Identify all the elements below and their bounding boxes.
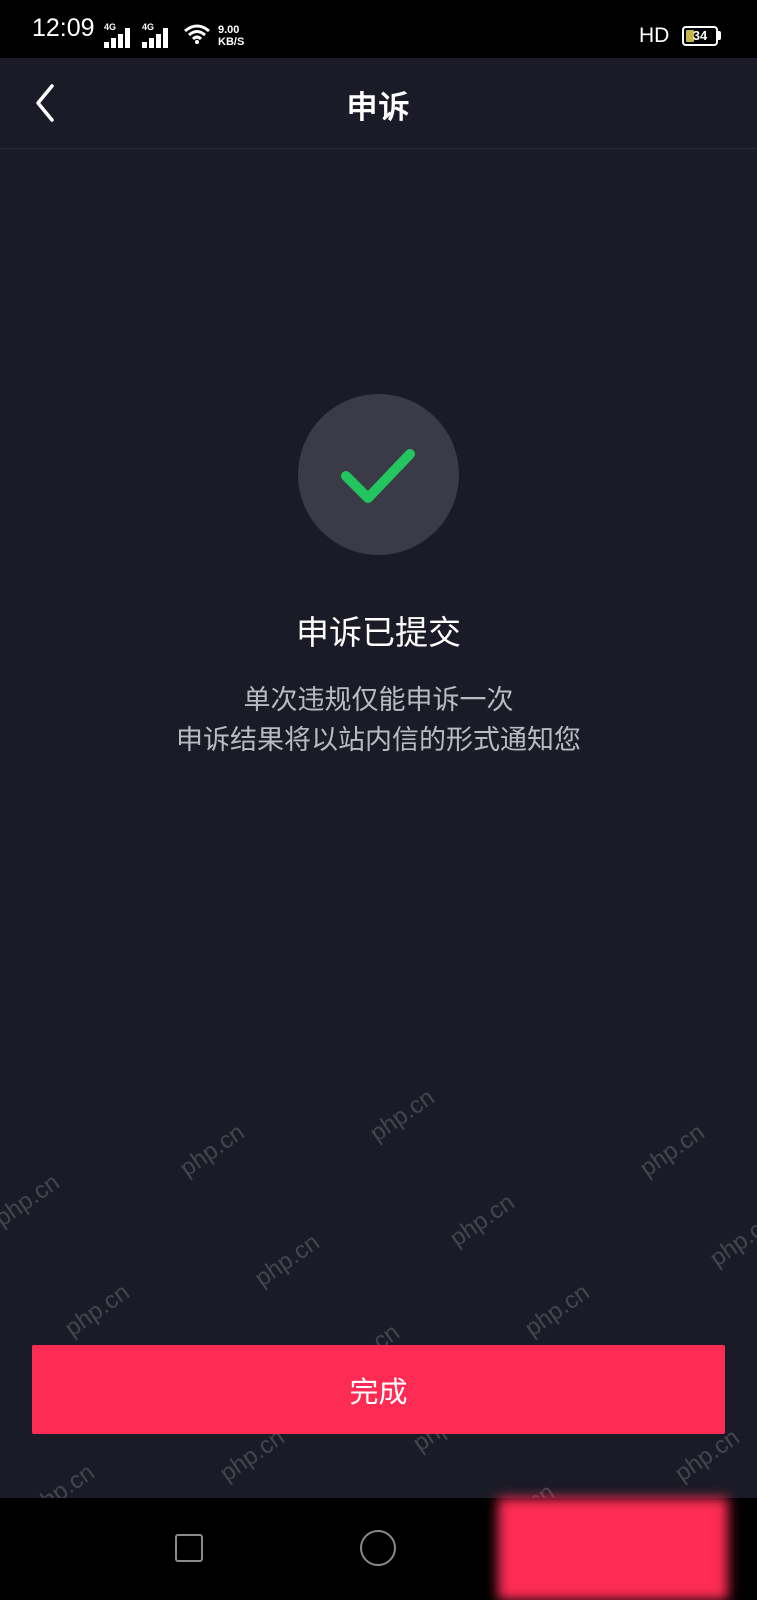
page-title: 申诉 [346,90,411,126]
success-badge [298,394,459,555]
highlight-overlay [498,1498,728,1600]
watermark-text: php.cn [60,1278,135,1343]
home-button[interactable] [360,1530,396,1566]
signal-bars-icon [104,28,138,48]
watermark-text: php.cn [520,1278,595,1343]
result-title: 申诉已提交 [296,613,461,652]
signal-bars-icon [142,28,176,48]
watermark-text: php.cn [175,1118,250,1183]
watermark-text: php.cn [635,1118,710,1183]
status-time: 12:09 [32,14,95,42]
network-speed-value: 9.00 [218,24,240,36]
result-description-line-2: 申诉结果将以站内信的形式通知您 [176,725,581,756]
system-navigation-bar [0,1498,757,1600]
watermark-text: php.cn [365,1083,440,1148]
watermark-text: php.cn [445,1188,520,1253]
battery-cap [718,31,721,40]
hd-indicator: HD [639,24,670,47]
status-bar: 12:09 4G 4G 9.00 KB/S HD 34 [0,0,757,58]
recent-apps-button[interactable] [175,1534,203,1562]
watermark-text: php.cn [705,1208,757,1273]
checkmark-icon [341,449,415,503]
wifi-icon [184,24,210,44]
nav-header: 申诉 [0,58,757,149]
battery-level: 34 [692,28,708,43]
done-button[interactable]: 完成 [32,1345,725,1434]
network-speed-unit: KB/S [218,36,245,48]
battery-icon: 34 [682,26,718,46]
watermark-text: php.cn [250,1228,325,1293]
done-button-label: 完成 [349,1375,408,1409]
watermark-text: php.cn [0,1168,65,1233]
network-speed: 9.00 KB/S [218,24,244,48]
result-description-line-1: 单次违规仅能申诉一次 [243,685,514,716]
